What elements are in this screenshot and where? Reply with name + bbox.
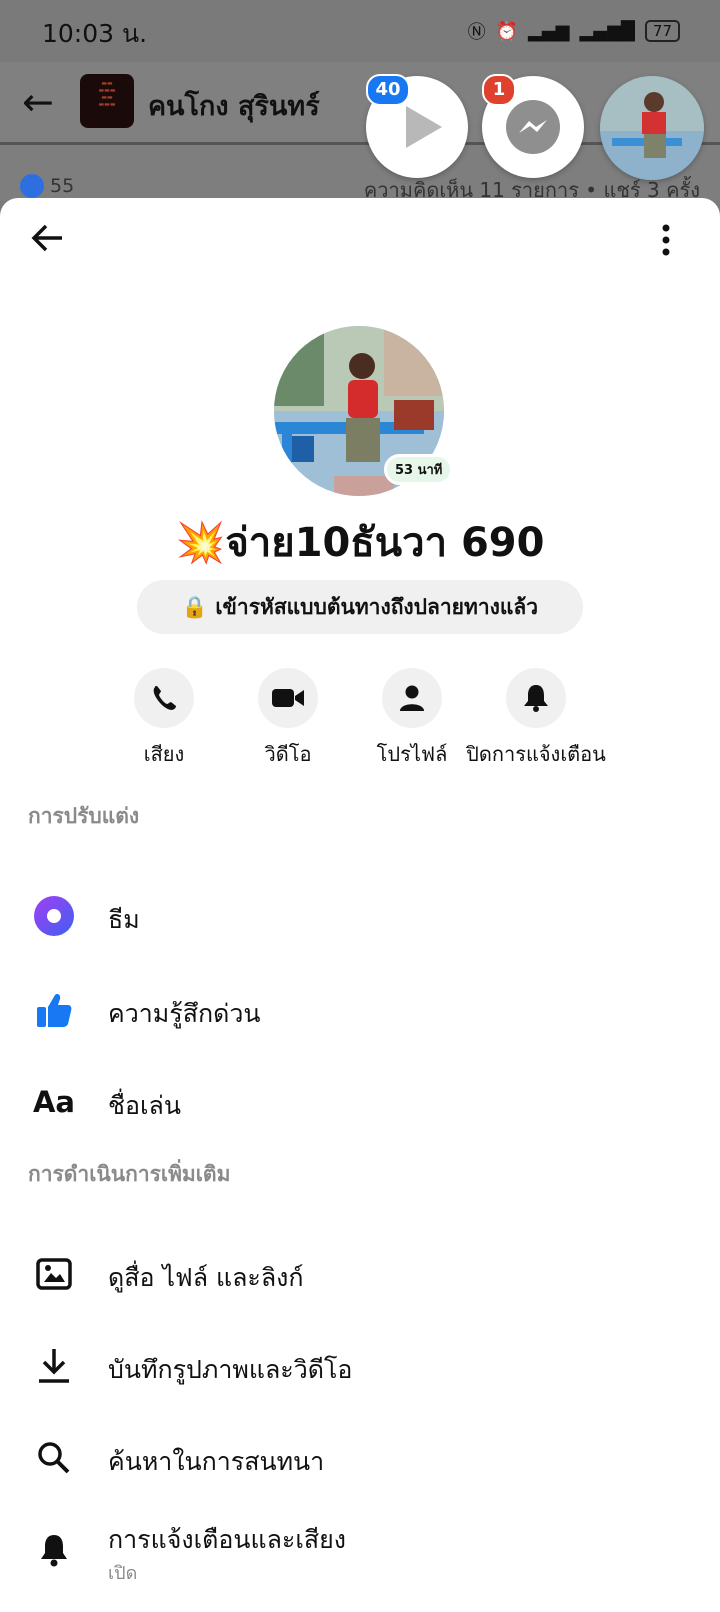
lock-icon: 🔒 [181,595,209,619]
mute-button[interactable]: ปิดการแจ้งเตือน [456,668,616,770]
more-options-button[interactable] [660,220,672,264]
bell-icon [32,1528,76,1572]
more-vertical-icon [662,224,670,256]
search-icon [32,1436,76,1480]
save-media-row[interactable]: บันทึกรูปภาพและวิดีโอ [0,1326,720,1406]
active-status-badge: 53 นาที [384,454,454,485]
nickname-icon: Aa [32,1085,75,1119]
like-count-text: 55 [50,175,75,197]
background-like-count: 55 [20,174,74,198]
contact-chat-head[interactable] [600,76,704,180]
notifications-status: เปิด [108,1563,138,1584]
search-conversation-label: ค้นหาในการสนทนา [108,1447,325,1476]
status-bar: 10:03 น. Ⓝ ⏰ ▂▄▆ ▂▄▆█ 77 [0,0,720,62]
background-page-name: คนโกง สุรินทร์ [148,91,320,122]
encryption-label: เข้ารหัสแบบต้นทางถึงปลายทางแล้ว [215,595,539,619]
back-button[interactable] [28,218,68,262]
battery-icon: 77 [644,20,680,42]
video-chat-head-badge: 40 [366,74,410,106]
video-call-circle [258,668,318,728]
search-conversation-row[interactable]: ค้นหาในการสนทนา [0,1418,720,1498]
video-camera-icon [272,689,304,707]
status-icons: Ⓝ ⏰ ▂▄▆ ▂▄▆█ 77 [468,18,680,44]
alarm-icon: ⏰ [495,20,518,42]
thumbs-up-icon [32,988,76,1032]
back-arrow-icon [31,224,62,252]
like-reaction-icon [20,174,44,198]
view-media-label: ดูสื่อ ไฟล์ และลิงก์ [108,1263,304,1292]
signal-4g-icon: ▂▄▆█ [579,20,635,42]
download-icon [32,1344,76,1388]
profile-name: 💥จ่าย10ธันวา 690 [175,520,545,566]
status-time: 10:03 น. [42,19,148,48]
nicknames-row[interactable]: Aa ชื่อเล่น [0,1062,720,1142]
bell-icon [524,685,548,712]
encryption-notice[interactable]: 🔒 เข้ารหัสแบบต้นทางถึงปลายทางแล้ว [137,580,583,634]
theme-label: ธีม [108,905,140,934]
person-icon [400,685,424,711]
nicknames-label: ชื่อเล่น [108,1091,181,1120]
theme-row[interactable]: ธีม [0,876,720,956]
more-actions-heading: การดำเนินการเพิ่มเติม [28,1162,231,1186]
notifications-sounds-row[interactable]: การแจ้งเตือนและเสียง เปิด [0,1498,720,1608]
messenger-chat-head-badge: 1 [482,74,516,106]
image-icon [32,1252,76,1296]
theme-icon [32,894,76,938]
nfc-icon: Ⓝ [467,22,486,43]
background-page-thumbnail: ▬▬ ▬▬▬ ▬▬ ▬▬▬ [80,74,134,128]
mute-circle [506,668,566,728]
quick-reaction-row[interactable]: ความรู้สึกด่วน [0,970,720,1050]
mute-label: ปิดการแจ้งเตือน [466,742,606,766]
phone-icon [153,686,176,710]
notifications-sounds-label: การแจ้งเตือนและเสียง [108,1525,346,1554]
customization-heading: การปรับแต่ง [28,804,140,828]
background-back-arrow-icon: ← [22,80,54,124]
audio-call-circle [134,668,194,728]
quick-reaction-label: ความรู้สึกด่วน [108,999,261,1028]
save-media-label: บันทึกรูปภาพและวิดีโอ [108,1355,353,1384]
view-media-row[interactable]: ดูสื่อ ไฟล์ และลิงก์ [0,1234,720,1314]
contact-chat-head-photo [600,76,704,180]
signal-icon: ▂▄▆ [528,20,570,42]
conversation-details-sheet: 53 นาที 💥จ่าย10ธันวา 690 🔒 เข้ารหัสแบบต้… [0,198,720,1612]
profile-circle [382,668,442,728]
